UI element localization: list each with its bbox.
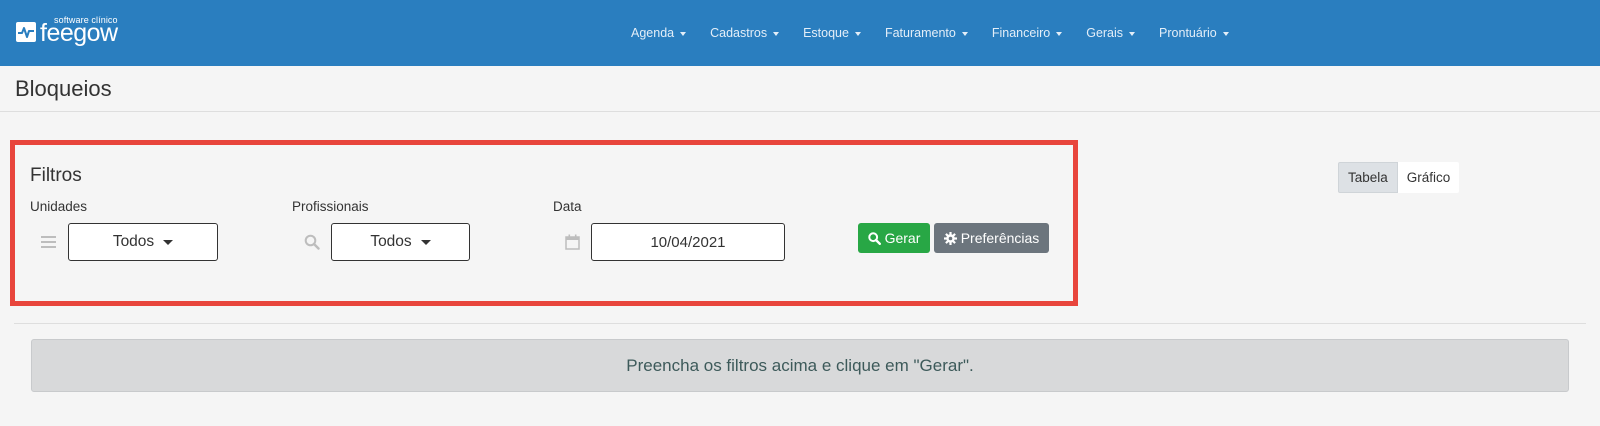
nav-gerais[interactable]: Gerais [1086, 26, 1136, 40]
nav-item-label: Cadastros [710, 26, 768, 40]
chevron-down-icon [1056, 31, 1063, 36]
logo-name: feegow [40, 19, 118, 47]
preferencias-button[interactable]: Preferências [934, 223, 1049, 253]
data-label: Data [553, 199, 582, 214]
search-icon [304, 234, 320, 255]
date-field-value: 10/04/2021 [650, 233, 726, 251]
filters-panel: Filtros Unidades Todos Profissionais Tod… [10, 140, 1078, 306]
caret-down-icon [163, 240, 174, 245]
nav-item-label: Faturamento [884, 26, 956, 40]
profissionais-dropdown[interactable]: Todos [331, 223, 470, 261]
main-menu: Agenda Cadastros Estoque Faturamento Fin… [631, 0, 1253, 66]
info-alert-message: Preencha os filtros acima e clique em "G… [626, 355, 974, 375]
gear-icon [943, 231, 957, 245]
profissionais-selected-value: Todos [370, 233, 412, 250]
unidades-selected-value: Todos [112, 233, 155, 250]
info-alert: Preencha os filtros acima e clique em "G… [31, 339, 1569, 392]
top-navbar: software clínico feegow Agenda Cadastros… [0, 0, 1600, 66]
chevron-down-icon [773, 31, 780, 36]
nav-financeiro[interactable]: Financeiro [991, 26, 1063, 40]
header-divider [0, 111, 1600, 112]
chevron-down-icon [854, 31, 861, 36]
feegow-logo[interactable]: software clínico feegow [14, 15, 124, 47]
chevron-down-icon [680, 31, 687, 36]
nav-item-label: Estoque [803, 26, 849, 40]
chevron-down-icon [961, 31, 968, 36]
nav-agenda[interactable]: Agenda [631, 26, 687, 40]
page-title: Bloqueios [15, 76, 112, 101]
view-toggle: Tabela Gráfico [1338, 162, 1460, 193]
calendar-icon [565, 234, 580, 255]
unidades-label: Unidades [30, 199, 88, 214]
list-icon [41, 235, 56, 254]
nav-item-label: Prontuário [1159, 26, 1217, 40]
nav-estoque[interactable]: Estoque [803, 26, 861, 40]
nav-item-label: Gerais [1086, 26, 1124, 40]
nav-cadastros[interactable]: Cadastros [710, 26, 780, 40]
grafico-toggle-button[interactable]: Gráfico [1397, 162, 1460, 193]
filters-title: Filtros [30, 165, 82, 186]
nav-item-label: Financeiro [991, 26, 1051, 40]
date-field[interactable]: 10/04/2021 [591, 223, 785, 261]
unidades-dropdown[interactable]: Todos [68, 223, 218, 261]
gerar-button[interactable]: Gerar [858, 223, 930, 253]
chevron-down-icon [1222, 31, 1229, 36]
gerar-button-label: Gerar [884, 230, 921, 246]
nav-item-label: Agenda [631, 26, 675, 40]
nav-prontuario[interactable]: Prontuário [1159, 26, 1229, 40]
search-icon [867, 231, 881, 245]
logo-mark-icon [16, 22, 36, 42]
caret-down-icon [420, 240, 431, 245]
chevron-down-icon [1129, 31, 1136, 36]
section-divider [14, 323, 1586, 324]
tabela-toggle-button[interactable]: Tabela [1338, 162, 1398, 193]
preferencias-button-label: Preferências [960, 230, 1040, 246]
profissionais-label: Profissionais [292, 199, 369, 214]
nav-faturamento[interactable]: Faturamento [885, 26, 968, 40]
